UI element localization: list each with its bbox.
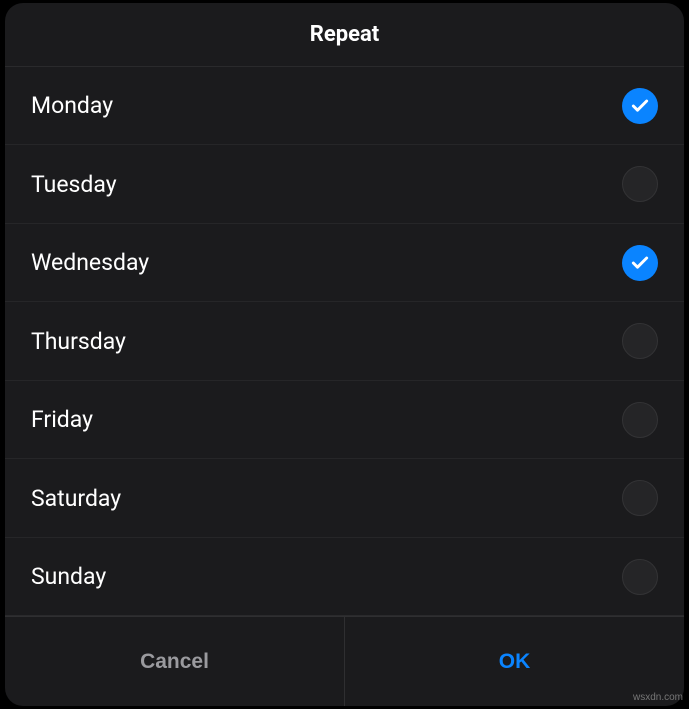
checkbox-thursday[interactable] xyxy=(622,323,658,359)
dialog-header: Repeat xyxy=(5,3,684,67)
dialog-footer: Cancel OK xyxy=(5,616,684,706)
checkbox-saturday[interactable] xyxy=(622,480,658,516)
row-label: Thursday xyxy=(31,328,126,355)
checkbox-tuesday[interactable] xyxy=(622,166,658,202)
row-thursday[interactable]: Thursday xyxy=(5,302,684,381)
row-label: Saturday xyxy=(31,485,121,512)
dialog-title: Repeat xyxy=(310,22,379,47)
checkbox-friday[interactable] xyxy=(622,402,658,438)
check-icon xyxy=(630,253,650,273)
row-label: Friday xyxy=(31,406,93,433)
row-tuesday[interactable]: Tuesday xyxy=(5,145,684,224)
row-saturday[interactable]: Saturday xyxy=(5,459,684,538)
row-label: Sunday xyxy=(31,563,106,590)
row-friday[interactable]: Friday xyxy=(5,381,684,460)
checkbox-wednesday[interactable] xyxy=(622,245,658,281)
row-wednesday[interactable]: Wednesday xyxy=(5,224,684,303)
checkbox-sunday[interactable] xyxy=(622,559,658,595)
repeat-dialog: Repeat Monday Tuesday Wednesday Thurs xyxy=(5,3,684,706)
check-icon xyxy=(630,96,650,116)
row-label: Wednesday xyxy=(31,249,149,276)
row-label: Tuesday xyxy=(31,171,117,198)
row-label: Monday xyxy=(31,92,113,119)
watermark: wsxdn.com xyxy=(633,692,683,703)
day-list: Monday Tuesday Wednesday Thursday xyxy=(5,67,684,617)
checkbox-monday[interactable] xyxy=(622,88,658,124)
row-sunday[interactable]: Sunday xyxy=(5,538,684,617)
cancel-button[interactable]: Cancel xyxy=(5,617,345,706)
row-monday[interactable]: Monday xyxy=(5,67,684,146)
